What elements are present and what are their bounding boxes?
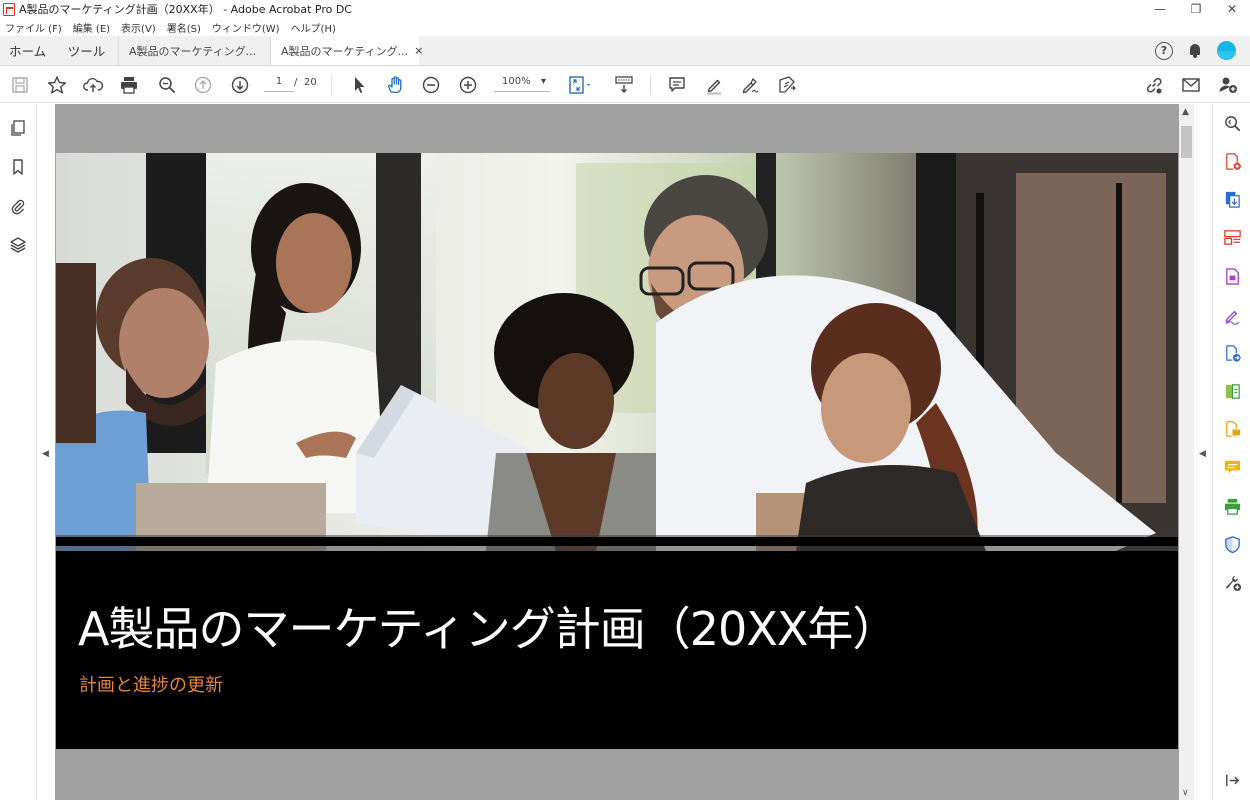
compare-files-icon[interactable] <box>1222 381 1242 401</box>
help-icon[interactable]: ? <box>1155 41 1173 60</box>
pdf-page: A製品のマーケティング計画（20XX年） 計画と進捗の更新 <box>56 153 1178 749</box>
tab-bar-right: ? <box>1155 36 1250 65</box>
tab-document-2-label: A製品のマーケティング... <box>281 44 409 58</box>
select-cursor-icon[interactable] <box>347 73 371 97</box>
comment-tool-icon[interactable] <box>1222 419 1242 439</box>
zoom-search-icon[interactable] <box>155 73 179 97</box>
zoom-out-icon[interactable] <box>419 73 443 97</box>
tab-home[interactable]: ホーム <box>0 36 55 65</box>
create-pdf-icon[interactable] <box>1222 151 1242 171</box>
print-icon[interactable] <box>117 73 141 97</box>
close-button[interactable]: ✕ <box>1214 0 1250 18</box>
comment-icon[interactable] <box>665 73 689 97</box>
menu-bar: ファイル (F) 編集 (E) 表示(V) 署名(S) ウィンドウ(W) ヘルプ… <box>0 18 1250 36</box>
vertical-scrollbar[interactable]: ▲ ∨ <box>1179 104 1194 800</box>
sign-pen-icon[interactable] <box>738 73 762 97</box>
tab-document-1-label: A製品のマーケティング... <box>129 44 257 58</box>
acrobat-app-icon <box>3 2 15 16</box>
organize-pages-icon[interactable] <box>1222 227 1242 247</box>
layers-icon[interactable] <box>8 235 28 255</box>
tab-tools[interactable]: ツール <box>55 36 118 65</box>
page-total: 20 <box>304 77 317 88</box>
document-view[interactable]: A製品のマーケティング計画（20XX年） 計画と進捗の更新 <box>55 104 1179 800</box>
main-toolbar: 1 / 20 100% ▾ <box>0 66 1250 103</box>
scroll-down-arrow-icon[interactable]: ∨ <box>1182 788 1189 798</box>
highlight-pen-icon[interactable] <box>702 73 726 97</box>
menu-file[interactable]: ファイル (F) <box>5 20 62 35</box>
right-panel-toggle-strip: ◀ <box>1194 104 1212 800</box>
share-link-icon[interactable] <box>1142 73 1166 97</box>
cover-photo-team-meeting <box>56 153 1178 551</box>
bookmark-star-icon[interactable] <box>45 73 69 97</box>
photo-divider-band <box>56 537 1178 546</box>
tab-document-1[interactable]: A製品のマーケティング... <box>118 36 270 65</box>
print-production-icon[interactable] <box>1222 496 1242 516</box>
tab-document-2[interactable]: A製品のマーケティング... × <box>270 36 423 65</box>
save-icon[interactable] <box>8 73 32 97</box>
left-navigation-panel <box>0 104 37 800</box>
document-title: A製品のマーケティング計画（20XX年） <box>78 602 898 656</box>
zoom-in-icon[interactable] <box>456 73 480 97</box>
document-subtitle: 計画と進捗の更新 <box>79 675 223 696</box>
email-icon[interactable] <box>1179 73 1203 97</box>
chevron-down-icon: ▾ <box>540 76 546 87</box>
next-page-icon[interactable] <box>228 73 252 97</box>
toolbar-divider <box>331 75 332 95</box>
add-user-icon[interactable] <box>1216 73 1240 97</box>
tab-close-icon[interactable]: × <box>414 44 423 57</box>
previous-page-icon[interactable] <box>191 73 215 97</box>
menu-window[interactable]: ウィンドウ(W) <box>212 20 280 35</box>
send-sign-icon[interactable] <box>775 73 799 97</box>
title-bar: A製品のマーケティング計画（20XX年） - Adobe Acrobat Pro… <box>0 0 1250 18</box>
tab-bar: ホーム ツール A製品のマーケティング... A製品のマーケティング... × … <box>0 36 1250 66</box>
page-thumbnails-icon[interactable] <box>8 118 28 138</box>
scroll-up-arrow-icon[interactable]: ▲ <box>1182 107 1189 117</box>
sticky-note-icon[interactable] <box>1222 457 1242 477</box>
window-title: A製品のマーケティング計画（20XX年） - Adobe Acrobat Pro… <box>19 3 352 16</box>
edit-pdf-icon[interactable] <box>1222 266 1242 286</box>
search-zoom-icon[interactable] <box>1222 113 1242 133</box>
protect-shield-icon[interactable] <box>1222 534 1242 554</box>
restore-button[interactable]: ❐ <box>1178 0 1214 18</box>
export-pdf-icon[interactable] <box>1222 189 1242 209</box>
collapse-right-panel-icon[interactable]: ◀ <box>1199 449 1206 459</box>
menu-edit[interactable]: 編集 (E) <box>73 20 110 35</box>
fill-sign-icon[interactable] <box>1222 305 1242 325</box>
left-panel-toggle-strip: ◀ <box>37 104 55 800</box>
menu-view[interactable]: 表示(V) <box>121 20 156 35</box>
scroll-thumb[interactable] <box>1181 126 1192 158</box>
page-fit-icon[interactable] <box>565 73 597 97</box>
expand-left-panel-icon[interactable]: ◀ <box>42 449 49 459</box>
minimize-button[interactable]: — <box>1142 0 1178 18</box>
notification-bell-icon[interactable] <box>1187 43 1203 59</box>
send-for-review-icon[interactable] <box>1222 343 1242 363</box>
more-tools-icon[interactable] <box>1222 572 1242 592</box>
cloud-upload-icon[interactable] <box>81 73 105 97</box>
scroll-mode-icon[interactable] <box>612 73 636 97</box>
menu-sign[interactable]: 署名(S) <box>167 20 201 35</box>
zoom-level-select[interactable]: 100% ▾ <box>494 76 550 92</box>
bookmarks-icon[interactable] <box>8 157 28 177</box>
page-separator: / <box>294 77 298 88</box>
attachments-paperclip-icon[interactable] <box>8 196 28 216</box>
menu-help[interactable]: ヘルプ(H) <box>291 20 336 35</box>
right-tools-panel <box>1212 104 1250 800</box>
toolbar-divider <box>650 75 651 95</box>
page-number-input[interactable]: 1 <box>264 76 294 92</box>
user-avatar[interactable] <box>1217 41 1236 60</box>
hand-tool-icon[interactable] <box>383 73 407 97</box>
collapse-tools-panel-icon[interactable] <box>1222 770 1242 790</box>
zoom-level-value: 100% <box>502 76 531 87</box>
window-controls: — ❐ ✕ <box>1142 0 1250 18</box>
